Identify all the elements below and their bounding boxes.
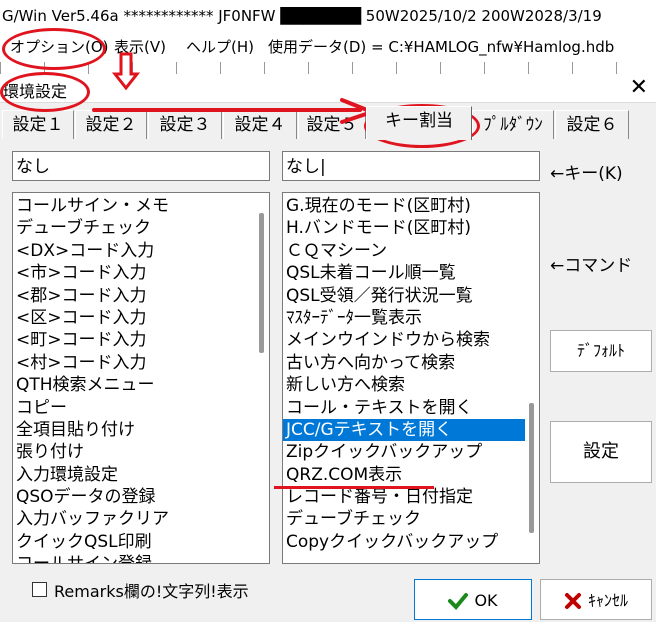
menu-database[interactable]: 使用データ(D) = C:¥HAMLOG_nfw¥Hamlog.hdb	[268, 32, 614, 62]
right-list-scrollbar[interactable]	[525, 193, 539, 563]
window-titlebar: G/Win Ver5.46a ************ JF0NFW █████…	[0, 0, 656, 32]
list-item[interactable]: メインウインドウから検索	[283, 329, 539, 351]
list-item[interactable]: Zipクイックバックアップ	[283, 441, 539, 463]
list-item[interactable]: <町>コード入力	[13, 329, 269, 351]
annotation-arrow-right-icon	[92, 98, 374, 124]
annotation-circle-options-menu	[2, 28, 106, 70]
key-listbox[interactable]: コールサイン・メモ デューブチェック <DX>コード入力 <市>コード入力 <郡…	[12, 192, 270, 564]
cancel-button[interactable]: ｷｬﾝｾﾙ	[540, 579, 652, 620]
tab-pulldown[interactable]: ﾌﾟﾙﾀﾞｳﾝ	[472, 110, 554, 139]
window-title: G/Win Ver5.46a ************ JF0NFW █████…	[2, 7, 602, 25]
list-item[interactable]: QSOデータの登録	[13, 486, 269, 508]
cross-icon	[564, 592, 581, 609]
list-item[interactable]: QTH検索メニュー	[13, 374, 269, 396]
list-item[interactable]: 全項目貼り付け	[13, 419, 269, 441]
list-item[interactable]: クイックQSL印刷	[13, 531, 269, 553]
list-item[interactable]: <村>コード入力	[13, 352, 269, 374]
right-list-scroll-thumb[interactable]	[529, 403, 534, 533]
list-item[interactable]: コール・テキストを開く	[283, 397, 539, 419]
list-item[interactable]: ﾏｽﾀｰﾃﾞｰﾀ一覧表示	[283, 307, 539, 329]
ok-button-label: OK	[474, 591, 498, 610]
list-item[interactable]: 入力バッファクリア	[13, 508, 269, 530]
list-item[interactable]: コールサイン・メモ	[13, 195, 269, 217]
left-list-scroll-thumb[interactable]	[259, 213, 264, 353]
list-item[interactable]: レコード番号・日付指定	[283, 486, 539, 508]
list-item[interactable]: ＣＱマシーン	[283, 240, 539, 262]
remarks-checkbox-label: Remarks欄の!文字列!表示	[54, 582, 249, 601]
list-item[interactable]: <区>コード入力	[13, 307, 269, 329]
command-input[interactable]: なし|	[282, 151, 540, 181]
list-item[interactable]: 張り付け	[13, 441, 269, 463]
list-item[interactable]: デューブチェック	[13, 217, 269, 239]
list-item[interactable]: QSL未着コール順一覧	[283, 262, 539, 284]
settings-button[interactable]: 設定	[550, 421, 652, 483]
key-input[interactable]: なし	[12, 151, 270, 181]
checkmark-icon	[448, 592, 469, 610]
list-item[interactable]: QSL受領／発行状況一覧	[283, 285, 539, 307]
tab-key-assign[interactable]: キー割当	[366, 106, 472, 140]
list-item[interactable]: H.バンドモード(区町村)	[283, 217, 539, 239]
key-label: ←キー(K)	[550, 164, 623, 184]
ok-button[interactable]: OK	[414, 579, 532, 620]
list-item[interactable]: <DX>コード入力	[13, 240, 269, 262]
list-item[interactable]: コピー	[13, 397, 269, 419]
list-item[interactable]: G.現在のモード(区町村)	[283, 195, 539, 217]
tab-settings-1[interactable]: 設定１	[2, 110, 74, 139]
list-item[interactable]: <市>コード入力	[13, 262, 269, 284]
list-item[interactable]: 古い方へ向かって検索	[283, 352, 539, 374]
list-item-selected[interactable]: JCC/Gテキストを開く	[283, 418, 539, 442]
list-item[interactable]: コールサイン登録	[13, 553, 269, 563]
annotation-underline-qrz	[274, 486, 434, 489]
annotation-arrow-down-icon	[112, 52, 140, 91]
cancel-button-label: ｷｬﾝｾﾙ	[587, 591, 628, 610]
menu-help[interactable]: ヘルプ(H)	[186, 32, 254, 62]
command-label: ←コマンド	[550, 256, 633, 276]
list-item[interactable]: 入力環境設定	[13, 464, 269, 486]
close-icon[interactable]: ✕	[630, 74, 648, 102]
list-item[interactable]: Copyクイックバックアップ	[283, 531, 539, 553]
annotation-circle-dialog-title	[0, 72, 90, 112]
list-item[interactable]: QRZ.COM表示	[283, 464, 539, 486]
left-list-scrollbar[interactable]	[255, 193, 269, 563]
tab-settings-6[interactable]: 設定６	[555, 110, 629, 139]
list-item[interactable]: 新しい方へ検索	[283, 374, 539, 396]
command-listbox[interactable]: G.現在のモード(区町村) H.バンドモード(区町村) ＣＱマシーン QSL未着…	[282, 192, 540, 564]
default-button[interactable]: ﾃﾞﾌｫﾙﾄ	[550, 330, 652, 372]
list-item[interactable]: デューブチェック	[283, 508, 539, 530]
list-item[interactable]: <郡>コード入力	[13, 285, 269, 307]
remarks-checkbox[interactable]	[32, 582, 47, 597]
